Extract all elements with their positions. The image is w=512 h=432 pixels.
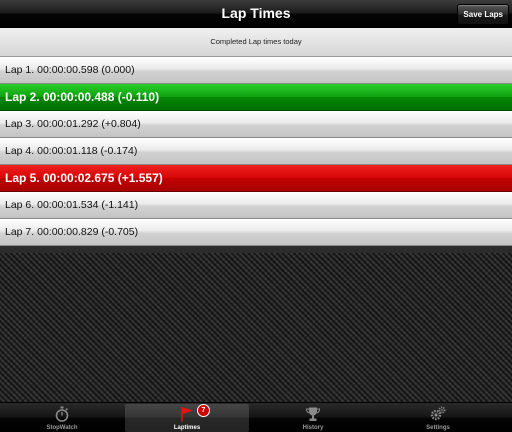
page-title: Lap Times: [221, 5, 291, 21]
lap-row-1[interactable]: Lap 1. 00:00:00.598 (0.000): [0, 57, 512, 84]
tab-bar: StopWatch 7 Laptimes History Settings: [0, 402, 512, 432]
tab-label: Settings: [426, 425, 450, 431]
lap-count-badge: 7: [197, 404, 210, 417]
tab-label: StopWatch: [46, 425, 78, 431]
lap-list-header: Completed Lap times today: [0, 28, 512, 57]
lap-label: Lap 2. 00:00:00.488 (-0.110): [5, 90, 160, 104]
lap-row-4[interactable]: Lap 4. 00:00:01.118 (-0.174): [0, 138, 512, 165]
gears-icon: [430, 406, 446, 421]
tab-laptimes[interactable]: 7 Laptimes: [125, 404, 249, 432]
lap-row-6[interactable]: Lap 6. 00:00:01.534 (-1.141): [0, 192, 512, 219]
lap-row-7[interactable]: Lap 7. 00:00:00.829 (-0.705): [0, 219, 512, 246]
lap-list: Lap 1. 00:00:00.598 (0.000) Lap 2. 00:00…: [0, 57, 512, 246]
tab-history[interactable]: History: [251, 404, 375, 432]
lap-label: Lap 5. 00:00:02.675 (+1.557): [5, 171, 163, 185]
lap-list-header-text: Completed Lap times today: [210, 37, 302, 46]
lap-row-5-worst[interactable]: Lap 5. 00:00:02.675 (+1.557): [0, 165, 512, 192]
trophy-icon: [305, 407, 321, 421]
tab-settings[interactable]: Settings: [376, 404, 500, 432]
lap-label: Lap 4. 00:00:01.118 (-0.174): [5, 145, 138, 157]
tab-label: History: [302, 425, 324, 431]
lap-label: Lap 1. 00:00:00.598 (0.000): [5, 64, 135, 76]
save-laps-button[interactable]: Save Laps: [457, 4, 509, 25]
tab-label: Laptimes: [173, 425, 201, 431]
flag-icon: [181, 407, 193, 422]
lap-row-2-best[interactable]: Lap 2. 00:00:00.488 (-0.110): [0, 84, 512, 111]
carbon-fiber-background: [0, 253, 512, 402]
stopwatch-icon: [55, 406, 69, 422]
tab-stopwatch[interactable]: StopWatch: [0, 404, 124, 432]
lap-row-3[interactable]: Lap 3. 00:00:01.292 (+0.804): [0, 111, 512, 138]
lap-label: Lap 7. 00:00:00.829 (-0.705): [5, 226, 139, 238]
lap-label: Lap 3. 00:00:01.292 (+0.804): [5, 118, 141, 130]
lap-label: Lap 6. 00:00:01.534 (-1.141): [5, 199, 139, 211]
navigation-bar: Lap Times Save Laps: [0, 0, 512, 28]
